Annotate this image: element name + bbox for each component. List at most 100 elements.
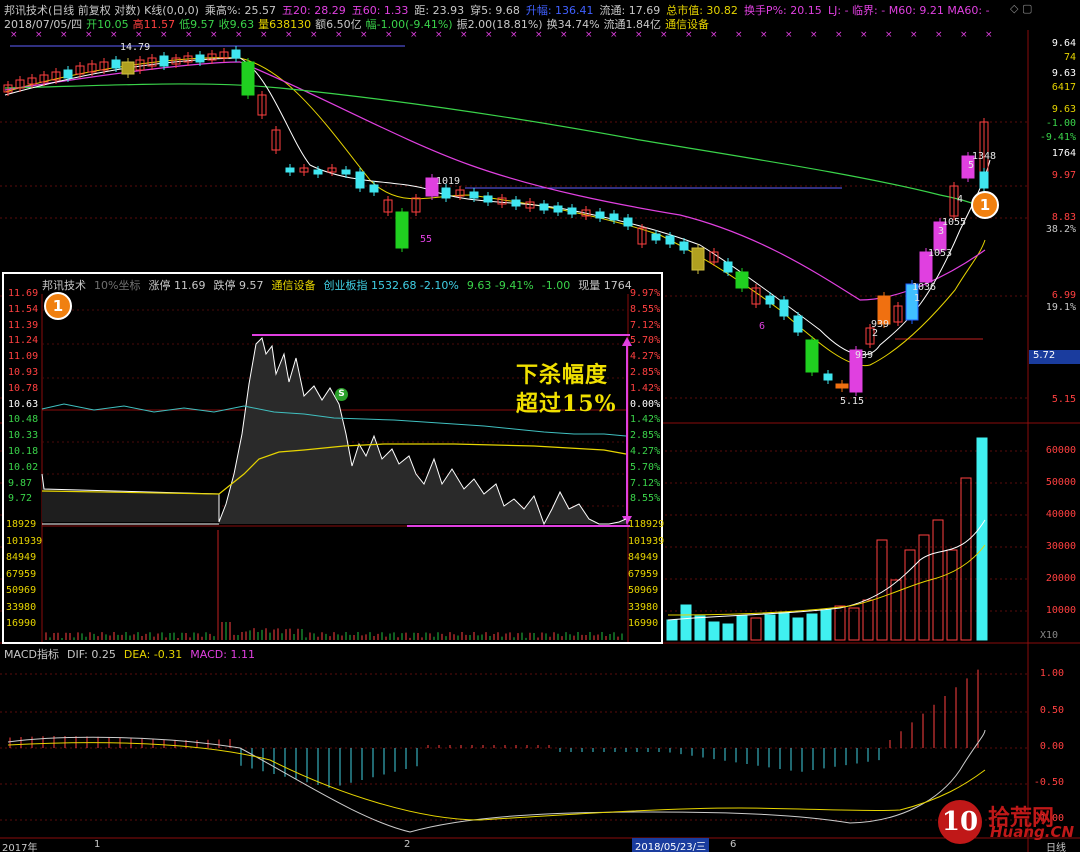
signal-star: × (60, 30, 68, 40)
volume-bar (862, 599, 874, 641)
candle-body (313, 169, 323, 175)
inset-volume-label: 33980 (6, 601, 37, 613)
signal-star: × (235, 30, 243, 40)
candle-body (539, 203, 549, 211)
signal-star: × (360, 30, 368, 40)
signal-star: × (335, 30, 343, 40)
inset-volume-label: 101939 (6, 535, 43, 547)
volume-bar (666, 619, 678, 641)
label-2: 2 (872, 328, 879, 339)
candle-body (553, 205, 563, 213)
volume-bar (694, 615, 706, 641)
macd-field-2: DEA: -0.31 (123, 648, 183, 661)
candle-body (341, 169, 351, 175)
header-indicator-right: LJ: - 临界: - M60: 9.21 MA60: - (828, 4, 990, 17)
inset-percent-label: 7.12% (630, 477, 661, 489)
window-controls[interactable]: ◇ ▢ (1010, 2, 1032, 15)
volume-bar (750, 617, 762, 641)
sell-signal-marker: S (335, 388, 348, 401)
volume-bar (946, 549, 958, 641)
candle-body (567, 207, 577, 215)
candle-body (651, 233, 661, 241)
drop-annotation-line2: 超过15% (516, 391, 617, 417)
candle-body (679, 241, 689, 251)
inset-volume-label-right: 67959 (628, 568, 659, 580)
inset-price-label: 10.93 (8, 367, 39, 378)
inset-percent-label: 5.70% (630, 461, 661, 473)
signal-star: × (35, 30, 43, 40)
candle-body (691, 247, 705, 271)
label-1053: 1053 (928, 248, 953, 259)
signal-star: × (935, 30, 943, 40)
volume-bar (960, 477, 972, 641)
volume-bar (680, 604, 692, 641)
macd-field-3: MACD: 1.11 (190, 648, 255, 661)
volume-bar (806, 613, 818, 641)
signal-star: × (260, 30, 268, 40)
candle-body (469, 191, 479, 199)
callout-badge: 1 (971, 191, 999, 219)
volume-bar (820, 609, 832, 641)
macd-axis-label: -0.50 (1033, 777, 1064, 788)
label-1: 1 (914, 293, 921, 304)
signal-star: × (485, 30, 493, 40)
volume-bar (708, 621, 720, 641)
timeline-tick-1: 1 (94, 839, 101, 850)
volume-axis-label: 20000 (1045, 573, 1076, 584)
inset-percent-label: 1.42% (630, 382, 661, 394)
candle-body (665, 235, 675, 245)
price-axis-label: 6.99 (1051, 290, 1076, 301)
volume-axis-label: 30000 (1045, 541, 1076, 552)
inset-volume-label: 16990 (6, 618, 37, 629)
signal-star: × (135, 30, 143, 40)
price-axis-label: 1764 (1051, 148, 1076, 159)
macd-header: MACD指标 DIF: 0.25 DEA: -0.31 MACD: 1.11 (4, 646, 263, 662)
label-3: 3 (938, 226, 945, 237)
volume-axis-label: 10000 (1045, 605, 1076, 616)
candle-body (441, 187, 451, 199)
candle-body (723, 261, 733, 273)
inset-price-label: 10.63 (8, 398, 39, 410)
inset-price-label: 10.48 (8, 414, 39, 426)
candle-body (805, 339, 819, 373)
volume-axis-label: X10 (1039, 630, 1058, 641)
inset-price-label: 11.09 (8, 351, 39, 363)
inset-price-label: 10.78 (8, 382, 39, 394)
candle-body (779, 299, 789, 317)
candle-body (121, 61, 135, 75)
macd-axis-label: 1.00 (1039, 668, 1064, 679)
volume-bar (848, 607, 860, 641)
inset-percent-label: 8.55% (630, 493, 661, 505)
price-axis-label: 9.63 (1051, 68, 1076, 79)
price-axis-label: 74 (1063, 52, 1076, 63)
label-1019: 1019 (436, 176, 461, 187)
signal-star: × (510, 30, 518, 40)
volume-bar (890, 579, 902, 641)
signal-star: × (460, 30, 468, 40)
inset-callout-badge: 1 (44, 292, 72, 320)
label-4: 4 (957, 194, 964, 205)
signal-star: × (10, 30, 18, 40)
volume-bar (918, 534, 930, 641)
current-price-marker: 5.72 (1029, 350, 1080, 364)
volume-bar (736, 615, 748, 641)
signal-star: × (535, 30, 543, 40)
signal-star: × (435, 30, 443, 40)
inset-percent-label: 5.70% (630, 335, 661, 347)
candle-body (111, 59, 121, 69)
inset-percent-label: 7.12% (630, 319, 661, 331)
label-1055: 1055 (942, 217, 967, 228)
signal-star: × (385, 30, 393, 40)
candle-body (195, 54, 205, 63)
price-axis-label: 9.63 (1051, 104, 1076, 115)
inset-percent-label: 1.42% (630, 414, 661, 426)
signal-star: × (910, 30, 918, 40)
inset-price-label: 10.02 (8, 461, 39, 473)
inset-volume-label: 67959 (6, 568, 37, 580)
inset-percent-label: 4.27% (630, 446, 661, 457)
price-axis-label: 8.83 (1051, 212, 1076, 223)
candle-body (793, 315, 803, 333)
macd-axis-label: 0.00 (1039, 741, 1064, 752)
intraday-chart (41, 294, 632, 642)
inset-price-label: 10.33 (8, 430, 39, 442)
